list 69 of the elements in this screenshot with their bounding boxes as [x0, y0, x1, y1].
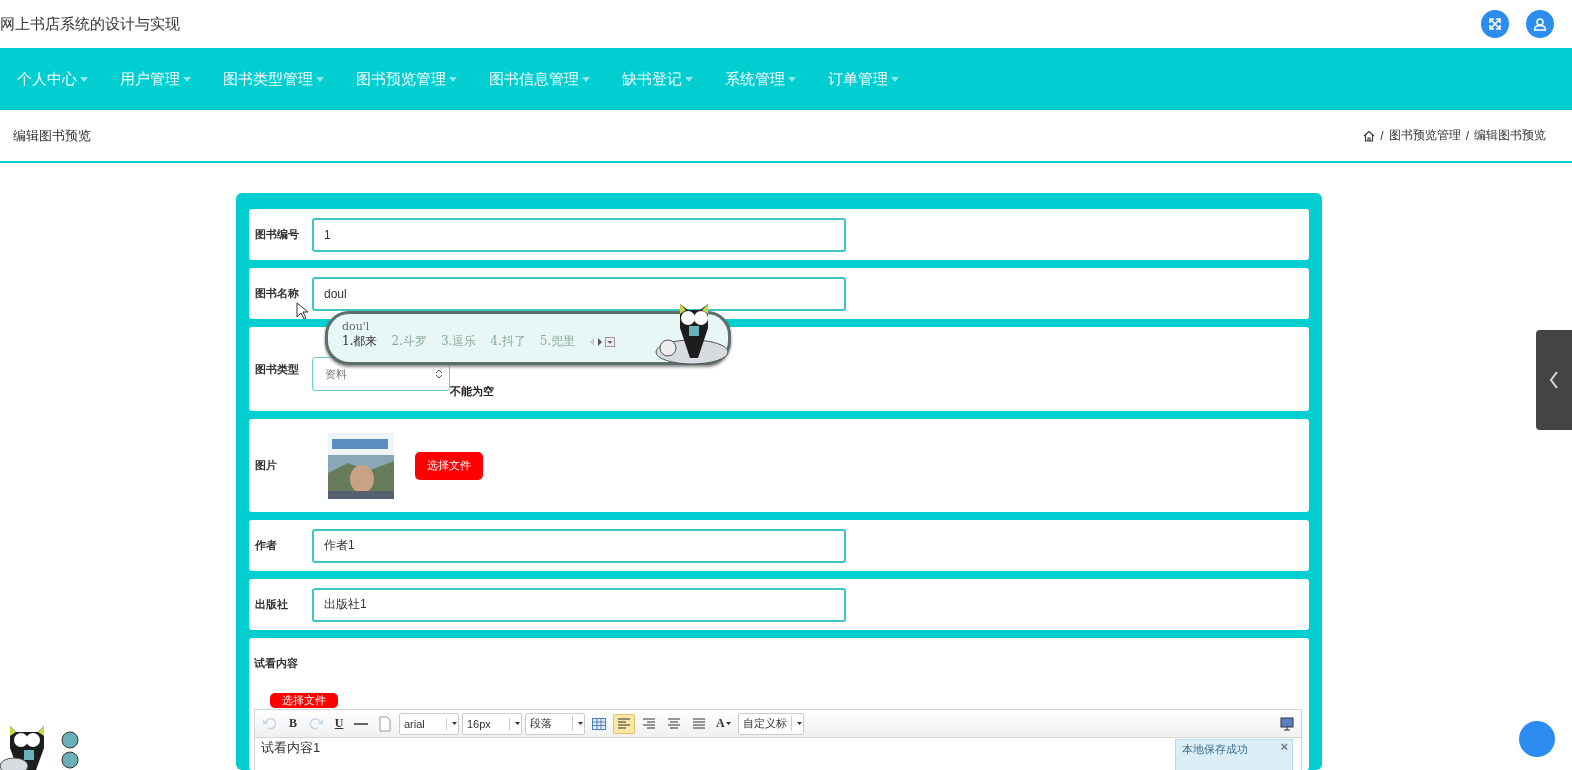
input-field[interactable]: 1 [312, 217, 846, 252]
input-field[interactable]: 出版社1 [312, 587, 846, 622]
user-icon [1533, 17, 1547, 31]
toolbar-dropdown[interactable]: 16px [462, 712, 522, 735]
caret-icon [891, 76, 899, 82]
chevron-left-icon [1549, 370, 1559, 390]
font-color-tool[interactable]: A [713, 713, 735, 734]
caret-icon [452, 722, 457, 725]
breadcrumb-separator: / [1465, 128, 1469, 143]
caret-icon [725, 722, 731, 725]
justify-icon [691, 715, 707, 732]
monitor-icon [1280, 716, 1294, 731]
caret-icon [796, 722, 802, 725]
ime-candidate[interactable]: 4.抖了 [490, 333, 526, 350]
ime-candidate[interactable]: 3.逗乐 [440, 333, 477, 350]
user-button[interactable] [1526, 10, 1554, 38]
caret-icon [183, 76, 191, 82]
toolbar-dropdown[interactable]: arial [399, 712, 459, 735]
redo-icon [308, 715, 324, 732]
field-label: 图书名称 [255, 286, 300, 301]
input-field[interactable]: doul [312, 276, 846, 311]
caret-icon [449, 76, 457, 82]
editor-content: 试看内容1 [260, 739, 322, 757]
choose-file-button[interactable]: 选择文件 [270, 693, 338, 708]
bold-tool[interactable]: B [284, 713, 302, 734]
page-arrows-icon[interactable] [589, 336, 616, 347]
caret-icon [578, 722, 583, 725]
breadcrumb-separator: / [1380, 128, 1384, 143]
page-title: 编辑图书预览 [13, 126, 91, 145]
align-center-icon [666, 715, 682, 732]
fullscreen-icon [1488, 17, 1502, 31]
toolbar-dropdown[interactable]: 自定义标 [737, 712, 804, 735]
toolbar-dropdown[interactable]: 段落 [525, 712, 585, 735]
caret-icon [788, 76, 796, 82]
caret-icon [316, 76, 324, 82]
underline-tool[interactable]: U [330, 713, 348, 734]
field-label: 图片 [255, 458, 278, 473]
breadcrumb-item[interactable]: 图书预览管理 [1388, 127, 1461, 144]
field-label: 图书类型 [255, 361, 300, 377]
notification-text: 本地保存成功 [1182, 742, 1248, 757]
ime-candidate[interactable]: 2.斗罗 [391, 333, 427, 350]
align-left-icon [616, 715, 632, 732]
caret-icon [685, 76, 693, 82]
page-icon [377, 715, 393, 732]
caret-icon [582, 76, 590, 82]
field-label: 试看内容 [254, 656, 299, 671]
site-title: 网上书店系统的设计与实现 [0, 14, 180, 34]
caret-icon [80, 76, 88, 82]
home-icon[interactable] [1363, 129, 1376, 142]
ime-composition: dou'l [342, 320, 371, 333]
input-field[interactable]: 作者1 [312, 528, 846, 563]
undo-icon [262, 715, 278, 732]
field-label: 作者 [255, 538, 278, 553]
horizontal-rule-icon [354, 722, 368, 725]
dropdown-icon [435, 369, 443, 379]
align-left-tool[interactable] [613, 713, 635, 734]
align-right-icon [641, 715, 657, 732]
field-label: 出版社 [255, 597, 289, 612]
ime-candidate[interactable]: 5.兜里 [539, 333, 576, 350]
field-label: 图书编号 [255, 227, 300, 242]
breadcrumb-item: 编辑图书预览 [1474, 127, 1546, 144]
table-icon [591, 715, 607, 732]
close-button[interactable]: × [1280, 741, 1288, 753]
error-message: 不能为空 [450, 384, 494, 399]
fullscreen-button[interactable] [1481, 10, 1509, 38]
floating-button[interactable] [1519, 721, 1555, 757]
ime-candidate[interactable]: 1.都来 [342, 333, 378, 350]
choose-file-button[interactable]: 选择文件 [415, 451, 483, 480]
caret-icon [515, 722, 520, 725]
